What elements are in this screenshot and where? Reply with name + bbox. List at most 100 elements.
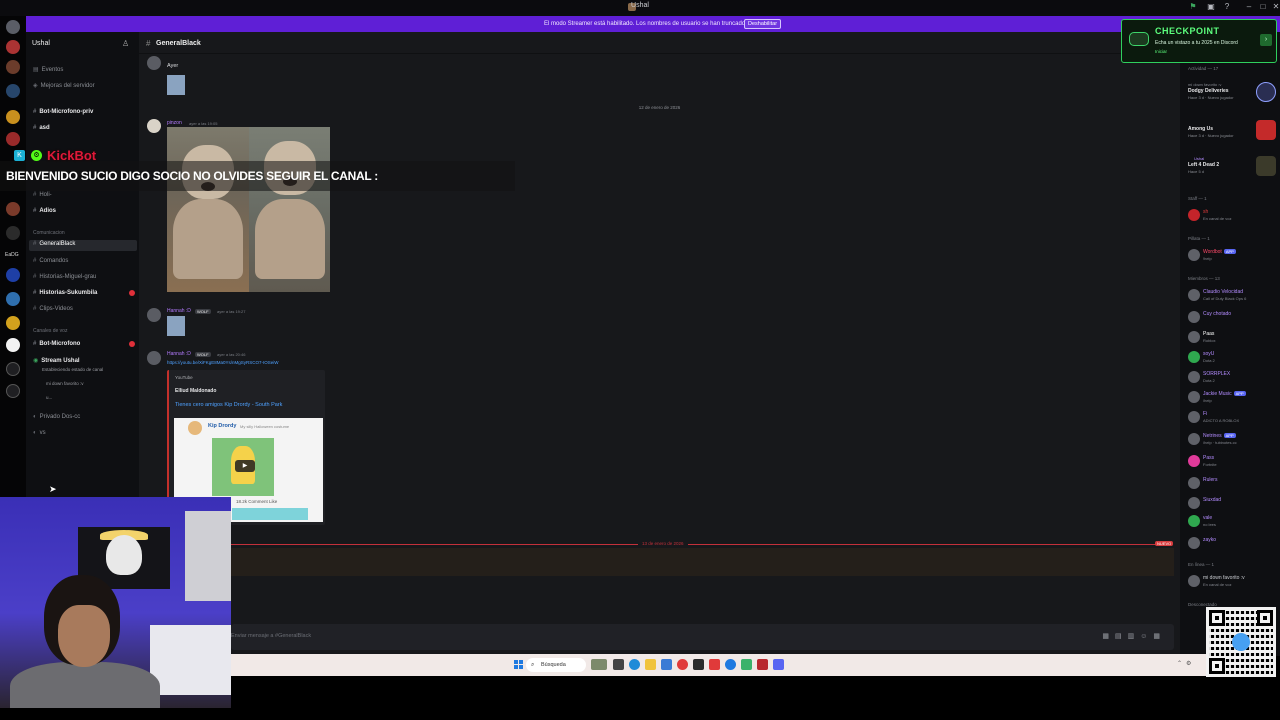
category-text-channels[interactable]: Comunicacion bbox=[33, 230, 65, 236]
avatar[interactable] bbox=[147, 308, 161, 322]
system-tray[interactable]: ⌃⚙ bbox=[1177, 660, 1195, 667]
member-row[interactable]: Cuy chotado bbox=[1188, 308, 1278, 328]
avatar[interactable] bbox=[147, 56, 161, 70]
minimize-icon[interactable]: – bbox=[1244, 2, 1254, 12]
avatar bbox=[1188, 537, 1200, 549]
add-server-icon[interactable] bbox=[6, 362, 20, 376]
member-name-text: Wordbot bbox=[1203, 249, 1222, 255]
avatar[interactable] bbox=[147, 119, 161, 133]
app-icon[interactable] bbox=[709, 659, 720, 670]
member-row[interactable]: soyU Dota 2 bbox=[1188, 348, 1278, 368]
channel-item[interactable]: # Bot-Microfono-priv bbox=[33, 109, 93, 115]
events-item[interactable]: ▤ Eventos bbox=[33, 66, 63, 73]
help-icon[interactable]: ? bbox=[1222, 2, 1232, 12]
server-icon[interactable] bbox=[6, 60, 20, 74]
boosts-item[interactable]: ◈ Mejoras del servidor bbox=[33, 82, 95, 89]
server-icon[interactable] bbox=[6, 202, 20, 216]
checkpoint-link[interactable]: Iniciar bbox=[1155, 49, 1167, 54]
discord-icon[interactable] bbox=[773, 659, 784, 670]
activity-card[interactable]: mi down favorito :v Dodgy Deliveries Hac… bbox=[1180, 78, 1280, 112]
disable-streamer-button[interactable]: Deshabilitar bbox=[744, 19, 782, 29]
channel-item[interactable]: # Clips-Videos bbox=[33, 306, 73, 312]
voice-member[interactable]: mi down favorito :v bbox=[46, 381, 84, 386]
member-row[interactable]: Pass Fortnite bbox=[1188, 452, 1278, 472]
app-icon[interactable] bbox=[757, 659, 768, 670]
voice-channel-item[interactable]: ◐ Privado Dos-cc bbox=[33, 414, 80, 420]
voice-channel-item[interactable]: ◐ vs bbox=[33, 430, 46, 436]
member-row[interactable]: Fi ADICTO A ROBLOX bbox=[1188, 408, 1278, 428]
channel-item[interactable]: # Comandos bbox=[33, 258, 68, 264]
embed-author[interactable]: Elliud Maldonado bbox=[175, 388, 216, 394]
channel-item[interactable]: # Adios bbox=[33, 208, 56, 214]
app-icon[interactable] bbox=[677, 659, 688, 670]
member-row[interactable]: Claudio Velocidad Call of Duty Black Ops … bbox=[1188, 286, 1278, 306]
maximize-icon[interactable]: □ bbox=[1258, 2, 1268, 12]
message-link[interactable]: https://youtu.be/XiFKgE8Ma0Ys/nMgSyRSCO7… bbox=[167, 360, 279, 365]
voice-member[interactable]: u... bbox=[46, 395, 52, 400]
task-view-icon[interactable] bbox=[613, 659, 624, 670]
server-icon[interactable] bbox=[6, 40, 20, 54]
app-icon[interactable] bbox=[741, 659, 752, 670]
close-icon[interactable]: ✕ bbox=[1271, 2, 1280, 12]
member-row[interactable]: Siuxdad bbox=[1188, 494, 1278, 514]
activity-card[interactable]: Among Us Hace 3 d · Nuevo jugador bbox=[1180, 116, 1280, 150]
image-attachment[interactable] bbox=[167, 316, 185, 336]
arrow-right-icon[interactable]: › bbox=[1260, 34, 1272, 46]
play-icon[interactable]: ▶ bbox=[235, 460, 255, 472]
explore-icon[interactable] bbox=[6, 384, 20, 398]
member-status: En canal de voz bbox=[1203, 582, 1232, 587]
composer-tools[interactable]: ▦▤▥☺▦ bbox=[1102, 632, 1166, 640]
embed-title[interactable]: Tienes cero amigos Kip Drordy - South Pa… bbox=[175, 402, 282, 408]
message-author[interactable]: pinzon bbox=[167, 120, 182, 126]
member-row[interactable]: zayko bbox=[1188, 534, 1278, 554]
widget-icon[interactable] bbox=[591, 659, 607, 670]
channel-item-active[interactable]: # GeneralBlack bbox=[29, 240, 137, 251]
server-name[interactable]: Ushal bbox=[32, 40, 50, 47]
taskbar-search[interactable]: ⌕ Búsqueda bbox=[526, 658, 586, 672]
server-icon[interactable] bbox=[6, 292, 20, 306]
member-row[interactable]: Paas Roblox bbox=[1188, 328, 1278, 348]
channel-item[interactable]: # asd bbox=[33, 125, 50, 131]
add-member-icon[interactable]: ♙ bbox=[122, 39, 129, 48]
server-icon[interactable] bbox=[6, 268, 20, 282]
app-icon[interactable] bbox=[661, 659, 672, 670]
app-icon[interactable] bbox=[693, 659, 704, 670]
message-author[interactable]: Hannah :D bbox=[167, 308, 191, 314]
voice-channel-item[interactable]: ◉ Stream Ushal bbox=[33, 357, 80, 364]
file-explorer-icon[interactable] bbox=[645, 659, 656, 670]
member-row[interactable]: Jackie Music APP/help bbox=[1188, 388, 1278, 408]
edge-icon[interactable] bbox=[629, 659, 640, 670]
member-status: /help bbox=[1203, 398, 1212, 403]
member-row[interactable]: sh En canal de voz bbox=[1188, 206, 1278, 226]
activity-sub: Hace 5 d bbox=[1188, 169, 1205, 174]
member-row[interactable]: SORRPLEX Dota 2 bbox=[1188, 368, 1278, 388]
windows-start-icon[interactable] bbox=[514, 660, 523, 669]
inbox-icon[interactable]: ▣ bbox=[1206, 2, 1216, 12]
member-row[interactable]: Rulers bbox=[1188, 474, 1278, 494]
direct-messages-icon[interactable] bbox=[6, 20, 20, 34]
channel-item[interactable]: # Historias-Miguel-grau bbox=[33, 274, 96, 280]
voice-channel-item[interactable]: # Bot-Microfono bbox=[33, 341, 80, 347]
member-row[interactable]: mi down favorito :v En canal de voz bbox=[1188, 572, 1278, 592]
wall-poster bbox=[185, 511, 231, 601]
server-icon[interactable] bbox=[6, 226, 20, 240]
category-voice-channels[interactable]: Canales de voz bbox=[33, 328, 67, 334]
channel-item[interactable]: # Historias-Sukumbila bbox=[33, 290, 97, 296]
activity-card[interactable]: Ushal Left 4 Dead 2 Hace 5 d bbox=[1180, 152, 1280, 186]
server-icon[interactable] bbox=[6, 338, 20, 352]
member-row[interactable]: Netrines APP/help · tubinotes.cc bbox=[1188, 430, 1278, 450]
avatar[interactable] bbox=[147, 351, 161, 365]
member-row[interactable]: vale no lees bbox=[1188, 512, 1278, 532]
message-author[interactable]: Hannah :D bbox=[167, 351, 191, 357]
server-icon[interactable] bbox=[6, 132, 20, 146]
message-composer[interactable]: Enviar mensaje a #GeneralBlack ▦▤▥☺▦ bbox=[231, 624, 1174, 650]
server-icon[interactable] bbox=[6, 316, 20, 330]
flag-icon[interactable]: ⚑ bbox=[1188, 2, 1198, 12]
member-row[interactable]: Wordbot APP !help bbox=[1188, 246, 1278, 266]
avatar bbox=[1188, 575, 1200, 587]
server-icon[interactable] bbox=[6, 110, 20, 124]
image-attachment[interactable] bbox=[167, 75, 185, 95]
server-icon[interactable] bbox=[6, 84, 20, 98]
checkpoint-popup[interactable]: CHECKPOINT Echa un vistazo a tu 2025 en … bbox=[1121, 19, 1277, 63]
app-icon[interactable] bbox=[725, 659, 736, 670]
